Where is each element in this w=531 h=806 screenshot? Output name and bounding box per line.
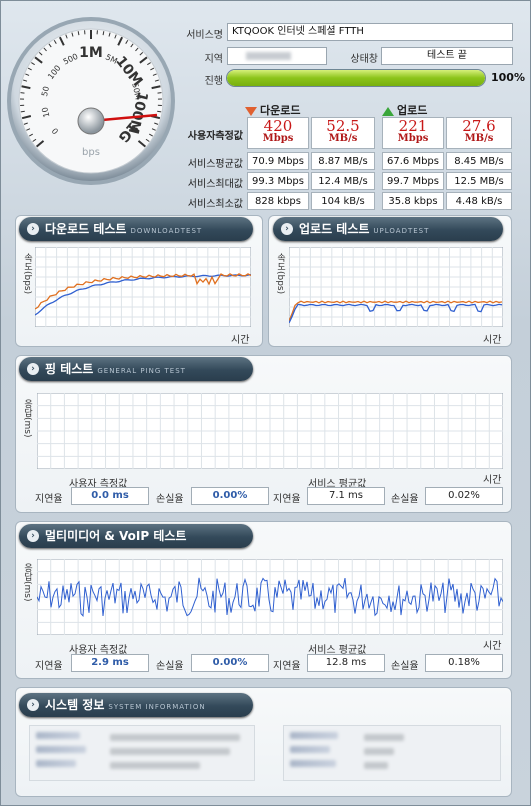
ping-user-latency-label: 지연율 bbox=[35, 494, 63, 505]
system-info-tab[interactable]: › 시스템 정보 SYSTEM INFORMATION bbox=[19, 693, 253, 717]
ul-mbs-cell: 27.6 MB/s bbox=[446, 117, 512, 149]
chevron-right-icon: › bbox=[27, 699, 39, 711]
max-dl-mbs: 12.4 MB/s bbox=[311, 172, 375, 190]
gauge-tick bbox=[77, 31, 80, 36]
system-info-right bbox=[283, 725, 501, 781]
service-label: 서비스명 bbox=[186, 30, 223, 41]
upload-test-tab[interactable]: › 업로드 테스트 UPLOADTEST bbox=[273, 217, 503, 241]
dl-mbs-cell: 52.5 MB/s bbox=[311, 117, 375, 149]
ping-svc-loss: 0.02% bbox=[425, 487, 503, 505]
multimedia-chart bbox=[37, 559, 503, 635]
ping-user-latency: 0.0 ms bbox=[71, 487, 149, 505]
progress-bar bbox=[226, 69, 486, 87]
progress-fill bbox=[227, 70, 485, 86]
ping-ylabel: 응답(ms) bbox=[22, 399, 32, 438]
speed-test-window: 0 10 50 100 500 1M 5M 10M 50M 100M 1G bps 서비스명 KTQ… bbox=[0, 0, 531, 806]
download-test-tab[interactable]: › 다운로드 테스트 DOWNLOADTEST bbox=[19, 217, 253, 241]
min-dl-mbps: 828 kbps bbox=[247, 192, 309, 210]
ping-svc-latency-label: 지연율 bbox=[273, 494, 301, 505]
service-min-label: 서비스최소값 bbox=[187, 199, 243, 210]
mm-user-latency-label: 지연율 bbox=[35, 661, 63, 672]
service-field: KTQOOK 인터넷 스페셜 FTTH bbox=[227, 23, 513, 41]
min-ul-mbs: 4.48 kB/s bbox=[446, 192, 512, 210]
mm-svc-latency: 12.8 ms bbox=[307, 654, 385, 672]
avg-ul-mbps: 67.6 Mbps bbox=[382, 152, 444, 170]
min-dl-mbs: 104 kB/s bbox=[311, 192, 375, 210]
service-avg-label: 서비스평균값 bbox=[187, 159, 243, 170]
download-chart bbox=[35, 247, 251, 327]
multimedia-test-tab[interactable]: › 멀티미디어 & VoIP 테스트 bbox=[19, 524, 253, 548]
avg-dl-mbps: 70.9 Mbps bbox=[247, 152, 309, 170]
gauge-label: 1M bbox=[79, 45, 103, 61]
ping-xlabel: 시간 bbox=[483, 475, 502, 486]
user-measured-label: 사용자측정값 bbox=[187, 131, 243, 142]
chevron-right-icon: › bbox=[281, 223, 293, 235]
upload-ylabel: 속도(bps) bbox=[275, 253, 285, 295]
upload-arrow-icon bbox=[382, 106, 394, 116]
speed-gauge: 01050100500 1M 5M10M50M100M1G bps bbox=[7, 17, 175, 185]
max-ul-mbs: 12.5 MB/s bbox=[446, 172, 512, 190]
mm-svc-latency-label: 지연율 bbox=[273, 661, 301, 672]
progress-label: 진행 bbox=[204, 76, 223, 87]
gauge-unit: bps bbox=[82, 147, 100, 158]
download-ylabel: 속도(bps) bbox=[22, 253, 32, 295]
status-label: 상태창 bbox=[350, 54, 378, 65]
min-ul-mbps: 35.8 kbps bbox=[382, 192, 444, 210]
max-ul-mbps: 99.7 Mbps bbox=[382, 172, 444, 190]
region-label: 지역 bbox=[204, 54, 223, 65]
upload-xlabel: 시간 bbox=[483, 335, 502, 346]
ping-user-loss: 0.00% bbox=[191, 487, 269, 505]
ul-mbps-cell: 221 Mbps bbox=[382, 117, 444, 149]
progress-percent: 100% bbox=[491, 71, 525, 84]
mm-svc-loss-label: 손실율 bbox=[391, 661, 419, 672]
download-arrow-icon bbox=[245, 106, 257, 116]
chevron-right-icon: › bbox=[27, 530, 39, 542]
gauge-tick bbox=[20, 110, 25, 113]
mm-user-loss-label: 손실율 bbox=[156, 661, 184, 672]
chevron-right-icon: › bbox=[27, 223, 39, 235]
ping-user-loss-label: 손실율 bbox=[156, 494, 184, 505]
ping-test-tab[interactable]: › 핑 테스트 GENERAL PING TEST bbox=[19, 357, 253, 381]
service-max-label: 서비스최대값 bbox=[187, 179, 243, 190]
avg-ul-mbs: 8.45 MB/s bbox=[446, 152, 512, 170]
multimedia-ylabel: 응답(ms) bbox=[22, 563, 32, 602]
download-header: 다운로드 bbox=[245, 102, 300, 118]
download-xlabel: 시간 bbox=[231, 335, 250, 346]
status-field: 테스트 끝 bbox=[381, 47, 513, 65]
avg-dl-mbs: 8.87 MB/s bbox=[311, 152, 375, 170]
system-info-left bbox=[29, 725, 255, 781]
gauge-tick bbox=[102, 31, 105, 36]
max-dl-mbps: 99.3 Mbps bbox=[247, 172, 309, 190]
ping-svc-latency: 7.1 ms bbox=[307, 487, 385, 505]
mm-svc-loss: 0.18% bbox=[425, 654, 503, 672]
mm-user-latency: 2.9 ms bbox=[71, 654, 149, 672]
ping-chart bbox=[37, 393, 503, 469]
ping-svc-loss-label: 손실율 bbox=[391, 494, 419, 505]
mm-user-loss: 0.00% bbox=[191, 654, 269, 672]
upload-chart bbox=[289, 247, 503, 327]
chevron-right-icon: › bbox=[27, 363, 39, 375]
multimedia-xlabel: 시간 bbox=[483, 641, 502, 652]
dl-mbps-cell: 420 Mbps bbox=[247, 117, 309, 149]
region-field bbox=[227, 47, 327, 65]
gauge-tick bbox=[157, 110, 162, 113]
upload-header: 업로드 bbox=[382, 102, 427, 118]
